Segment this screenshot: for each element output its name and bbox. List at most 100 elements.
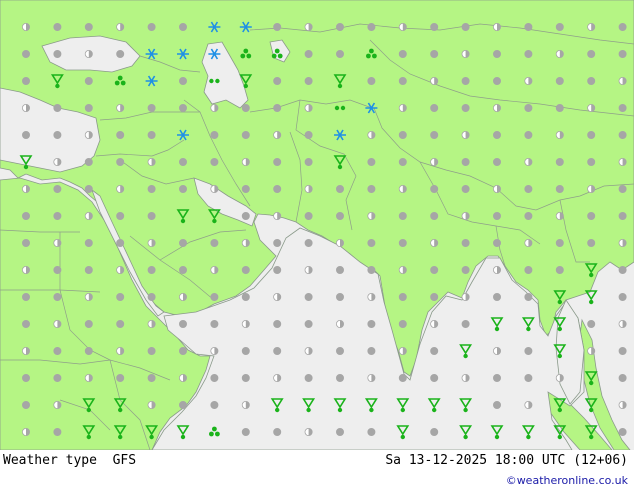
cloudy-dot-symbol	[524, 374, 533, 382]
cloudy-dot-symbol	[493, 212, 501, 220]
cloudy-dot-symbol	[304, 104, 313, 112]
cloudy-dot-symbol	[241, 347, 250, 355]
cloudy-dot-symbol	[618, 374, 627, 382]
cloudy-dot-symbol	[53, 239, 62, 247]
cloudy-dot-symbol	[493, 185, 501, 193]
cloudy-dot-symbol	[367, 23, 376, 31]
cloudy-dot-symbol	[22, 347, 30, 355]
cloudy-dot-symbol	[84, 158, 93, 166]
cloudy-dot-symbol	[116, 320, 125, 328]
cloudy-dot-symbol	[241, 158, 250, 166]
cloudy-dot-symbol	[555, 158, 564, 166]
cloudy-dot-symbol	[116, 347, 125, 355]
cloudy-dot-symbol	[587, 23, 596, 31]
cloudy-dot-symbol	[22, 320, 30, 328]
cloudy-dot-symbol	[398, 347, 407, 355]
cloudy-dot-symbol	[524, 347, 533, 355]
cloudy-dot-symbol	[336, 212, 344, 220]
cloudy-dot-symbol	[147, 212, 156, 220]
cloudy-dot-symbol	[367, 266, 376, 274]
cloudy-dot-symbol	[587, 131, 596, 139]
cloudy-dot-symbol	[147, 374, 156, 382]
cloudy-dot-symbol	[304, 185, 313, 193]
cloudy-dot-symbol	[304, 77, 313, 85]
cloudy-dot-symbol	[524, 239, 533, 247]
cloudy-dot-symbol	[273, 347, 282, 355]
cloudy-dot-symbol	[430, 239, 439, 247]
cloudy-dot-symbol	[398, 131, 407, 139]
cloudy-dot-symbol	[179, 185, 187, 193]
cloudy-dot-symbol	[84, 212, 93, 220]
cloudy-dot-symbol	[210, 293, 219, 301]
cloudy-dot-symbol	[587, 185, 596, 193]
cloudy-dot-symbol	[147, 347, 156, 355]
cloudy-dot-symbol	[618, 212, 627, 220]
cloudy-dot-symbol	[22, 428, 30, 436]
cloudy-dot-symbol	[84, 23, 93, 31]
cloudy-dot-symbol	[22, 104, 30, 112]
cloudy-dot-symbol	[398, 23, 407, 31]
cloudy-dot-symbol	[210, 104, 219, 112]
cloudy-dot-symbol	[430, 428, 439, 436]
cloudy-dot-symbol	[84, 77, 93, 85]
cloudy-dot-symbol	[210, 131, 219, 139]
cloudy-dot-symbol	[367, 185, 376, 193]
cloudy-dot-symbol	[304, 212, 313, 220]
cloudy-dot-symbol	[524, 50, 533, 58]
cloudy-dot-symbol	[461, 158, 470, 166]
cloudy-dot-symbol	[555, 77, 564, 85]
cloudy-dot-symbol	[116, 185, 125, 193]
cloudy-dot-symbol	[367, 293, 376, 301]
cloudy-dot-symbol	[398, 50, 407, 58]
cloudy-dot-symbol	[53, 374, 62, 382]
cloudy-dot-symbol	[179, 374, 187, 382]
cloudy-dot-symbol	[524, 185, 533, 193]
cloudy-dot-symbol	[116, 266, 125, 274]
cloudy-dot-symbol	[587, 50, 596, 58]
valid-datetime: Sa 13-12-2025 18:00 UTC (12+06)	[385, 453, 628, 468]
cloudy-dot-symbol	[22, 293, 30, 301]
cloudy-dot-symbol	[493, 266, 501, 274]
cloudy-dot-symbol	[398, 77, 407, 85]
cloudy-dot-symbol	[493, 401, 501, 409]
credit-link[interactable]: ©weatheronline.co.uk	[506, 474, 628, 487]
cloudy-dot-symbol	[241, 293, 250, 301]
cloudy-dot-symbol	[273, 428, 282, 436]
cloudy-dot-symbol	[179, 266, 187, 274]
cloudy-dot-symbol	[84, 131, 93, 139]
cloudy-dot-symbol	[53, 50, 62, 58]
cloudy-dot-symbol	[147, 131, 156, 139]
cloudy-dot-symbol	[618, 158, 627, 166]
cloudy-dot-symbol	[22, 77, 30, 85]
cloudy-dot-symbol	[398, 374, 407, 382]
cloudy-dot-symbol	[304, 50, 313, 58]
cloudy-dot-symbol	[430, 212, 439, 220]
cloudy-dot-symbol	[618, 293, 627, 301]
cloudy-dot-symbol	[84, 293, 93, 301]
cloudy-dot-symbol	[241, 320, 250, 328]
cloudy-dot-symbol	[273, 23, 282, 31]
cloudy-dot-symbol	[273, 185, 282, 193]
cloudy-dot-symbol	[147, 104, 156, 112]
cloudy-dot-symbol	[304, 293, 313, 301]
cloudy-dot-symbol	[336, 239, 344, 247]
cloudy-dot-symbol	[618, 266, 627, 274]
cloudy-dot-symbol	[618, 401, 627, 409]
cloudy-dot-symbol	[179, 401, 187, 409]
cloudy-dot-symbol	[179, 158, 187, 166]
cloudy-dot-symbol	[241, 239, 250, 247]
cloudy-dot-symbol	[461, 23, 470, 31]
cloudy-dot-symbol	[179, 239, 187, 247]
cloudy-dot-symbol	[618, 50, 627, 58]
cloudy-dot-symbol	[618, 239, 627, 247]
cloudy-dot-symbol	[84, 50, 93, 58]
cloudy-dot-symbol	[555, 185, 564, 193]
cloudy-dot-symbol	[461, 212, 470, 220]
cloudy-dot-symbol	[53, 131, 62, 139]
cloudy-dot-symbol	[22, 185, 30, 193]
cloudy-dot-symbol	[398, 239, 407, 247]
cloudy-dot-symbol	[241, 428, 250, 436]
cloudy-dot-symbol	[524, 158, 533, 166]
cloudy-dot-symbol	[147, 158, 156, 166]
cloudy-dot-symbol	[116, 104, 125, 112]
